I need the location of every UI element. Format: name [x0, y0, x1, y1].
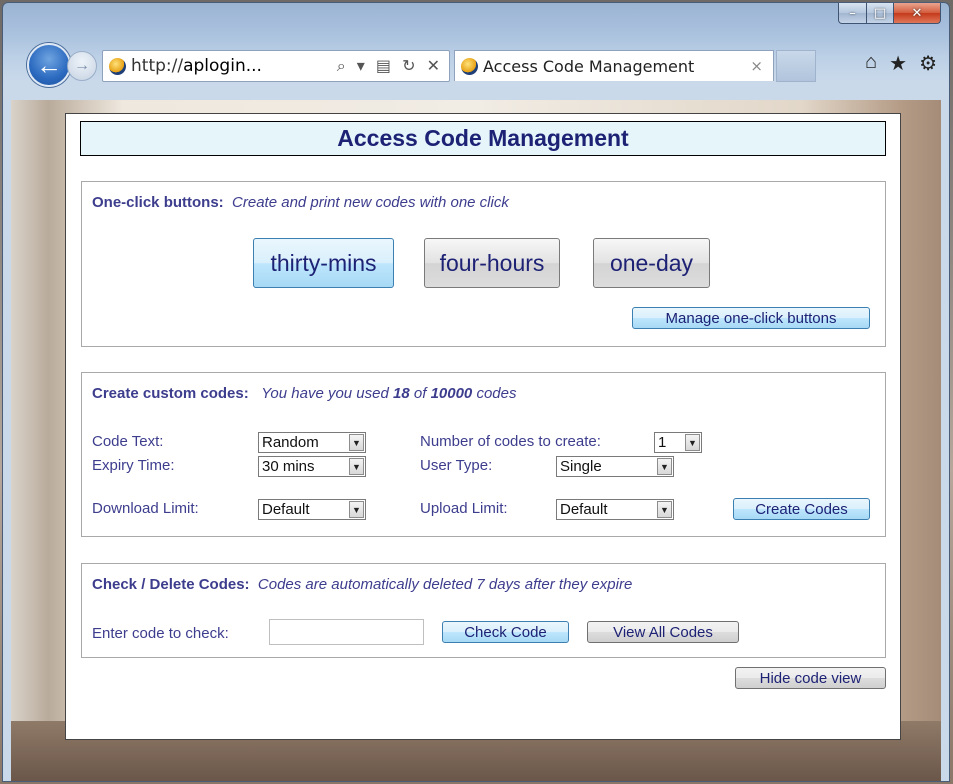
number-of-codes-select[interactable]: 1 ▼ [654, 432, 702, 453]
address-actions-icon[interactable]: ⌕ ▾ ▤ ↻ ✕ [337, 56, 443, 76]
new-tab-button[interactable] [776, 50, 816, 82]
url-prefix: http:// [131, 56, 184, 76]
home-icon[interactable]: ⌂ [865, 51, 877, 76]
code-text-label: Code Text: [92, 433, 164, 450]
address-url: http://aplogin... [131, 56, 262, 76]
enter-code-label: Enter code to check: [92, 625, 229, 642]
chevron-down-icon: ▼ [349, 501, 364, 518]
title-bar: – □ ✕ [3, 3, 949, 41]
user-type-value: Single [560, 458, 602, 475]
chevron-down-icon: ▼ [657, 501, 672, 518]
expiry-time-value: 30 mins [262, 458, 315, 475]
close-button[interactable]: ✕ [894, 3, 941, 24]
custom-codes-panel: Create custom codes: You have you used 1… [81, 372, 886, 537]
chevron-down-icon: ▼ [685, 434, 700, 451]
chevron-down-icon: ▼ [657, 458, 672, 475]
one-day-button[interactable]: one-day [593, 238, 710, 288]
custom-codes-header: Create custom codes: You have you used 1… [92, 385, 516, 402]
usage-mid: of [413, 385, 427, 402]
upload-limit-value: Default [560, 501, 608, 518]
maximize-icon: □ [873, 5, 887, 21]
upload-limit-select[interactable]: Default ▼ [556, 499, 674, 520]
manage-one-click-buttons-button[interactable]: Manage one-click buttons [632, 307, 870, 329]
minimize-button[interactable]: – [838, 3, 867, 24]
back-button[interactable]: ← [27, 43, 71, 87]
url-host: aplogin... [183, 56, 262, 76]
download-limit-value: Default [262, 501, 310, 518]
forward-arrow-icon: → [74, 57, 90, 74]
one-click-subheading: Create and print new codes with one clic… [232, 194, 509, 211]
site-favicon-icon [109, 57, 126, 75]
close-icon: ✕ [911, 5, 923, 21]
custom-codes-heading: Create custom codes: [92, 385, 249, 402]
download-limit-label: Download Limit: [92, 500, 199, 517]
tab-title: Access Code Management [483, 56, 695, 76]
address-bar[interactable]: http://aplogin... ⌕ ▾ ▤ ↻ ✕ [102, 50, 450, 82]
hide-code-view-button[interactable]: Hide code view [735, 667, 886, 689]
maximize-button[interactable]: □ [867, 3, 894, 24]
chevron-down-icon: ▼ [349, 458, 364, 475]
tab-favicon-icon [461, 57, 478, 75]
minimize-icon: – [849, 5, 856, 21]
forward-button[interactable]: → [67, 51, 97, 81]
browser-window: – □ ✕ ← → http://aplogin... ⌕ ▾ ▤ ↻ ✕ Ac… [2, 2, 950, 782]
one-click-header: One-click buttons: Create and print new … [92, 194, 509, 211]
page-content: Access Code Management One-click buttons… [65, 113, 901, 740]
view-all-codes-button[interactable]: View All Codes [587, 621, 739, 643]
check-code-button[interactable]: Check Code [442, 621, 569, 643]
navigation-bar: ← → http://aplogin... ⌕ ▾ ▤ ↻ ✕ Access C… [3, 41, 949, 99]
favorites-star-icon[interactable]: ★ [889, 51, 907, 76]
upload-limit-label: Upload Limit: [420, 500, 508, 517]
usage-post: codes [476, 385, 517, 402]
used-count: 18 [393, 385, 410, 402]
thirty-mins-button[interactable]: thirty-mins [253, 238, 394, 288]
back-arrow-icon: ← [36, 50, 62, 80]
page-viewport: Access Code Management One-click buttons… [11, 100, 941, 781]
number-of-codes-value: 1 [658, 434, 667, 451]
code-check-input[interactable] [269, 619, 424, 645]
check-delete-header: Check / Delete Codes: Codes are automati… [92, 576, 632, 593]
chevron-down-icon: ▼ [349, 434, 364, 451]
usage-pre: You have you used [261, 385, 389, 402]
expiry-time-select[interactable]: 30 mins ▼ [258, 456, 366, 477]
number-of-codes-label: Number of codes to create: [420, 433, 601, 450]
code-text-value: Random [262, 434, 319, 451]
check-delete-heading: Check / Delete Codes: [92, 576, 250, 593]
four-hours-button[interactable]: four-hours [424, 238, 560, 288]
one-click-heading: One-click buttons: [92, 194, 224, 211]
tab-close-icon[interactable]: × [750, 57, 763, 75]
create-codes-button[interactable]: Create Codes [733, 498, 870, 520]
total-count: 10000 [430, 385, 473, 402]
page-title: Access Code Management [80, 121, 886, 156]
window-controls: – □ ✕ [838, 3, 941, 24]
download-limit-select[interactable]: Default ▼ [258, 499, 366, 520]
user-type-select[interactable]: Single ▼ [556, 456, 674, 477]
command-icons: ⌂ ★ ⚙ [865, 51, 937, 76]
tools-gear-icon[interactable]: ⚙ [919, 51, 937, 76]
check-delete-subheading: Codes are automatically deleted 7 days a… [257, 576, 633, 593]
check-delete-panel: Check / Delete Codes: Codes are automati… [81, 563, 886, 658]
user-type-label: User Type: [420, 457, 493, 474]
code-text-select[interactable]: Random ▼ [258, 432, 366, 453]
expiry-time-label: Expiry Time: [92, 457, 175, 474]
one-click-panel: One-click buttons: Create and print new … [81, 181, 886, 347]
tab-access-code-management[interactable]: Access Code Management × [454, 50, 774, 81]
